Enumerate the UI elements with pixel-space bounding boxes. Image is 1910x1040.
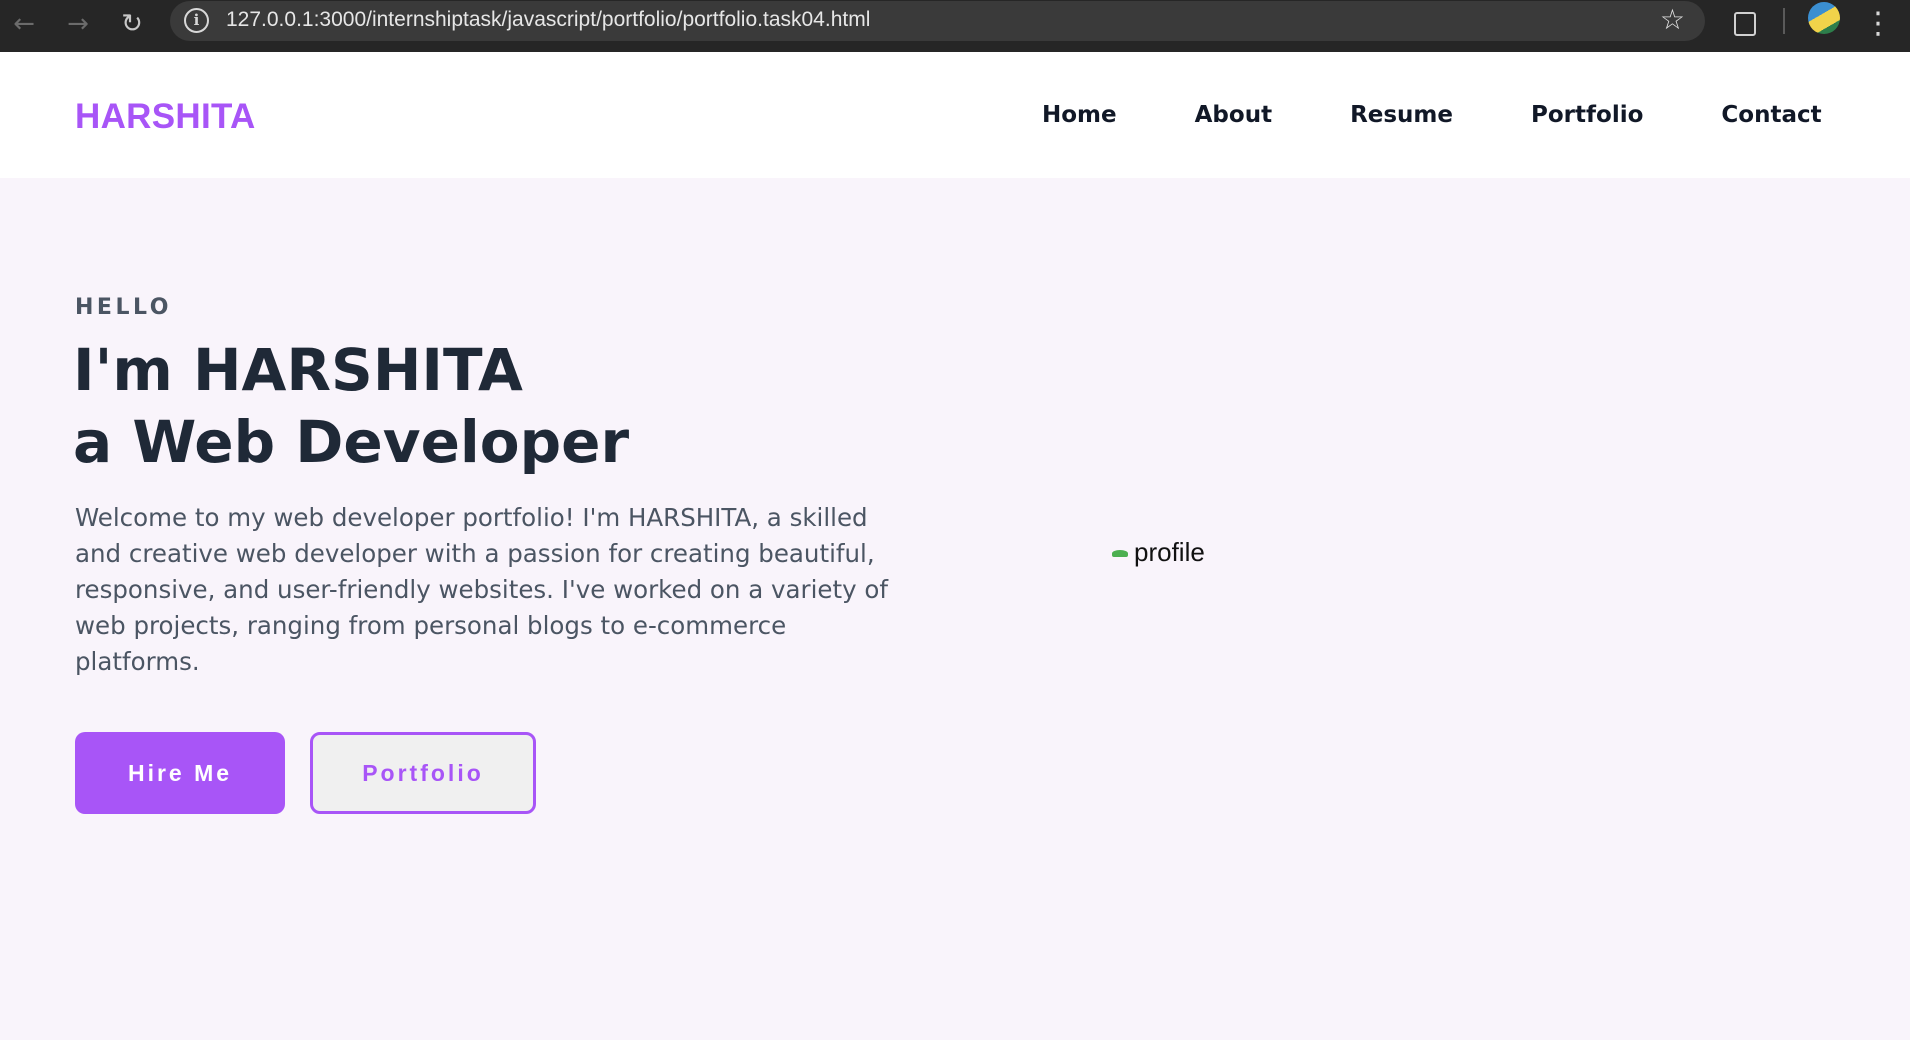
back-arrow-icon[interactable]: ← <box>6 6 42 42</box>
site-header: HARSHITA Home About Resume Portfolio Con… <box>0 52 1910 178</box>
extensions-icon[interactable] <box>1727 6 1763 42</box>
site-info-icon[interactable]: i <box>184 8 209 33</box>
address-bar[interactable]: i 127.0.0.1:3000/internshiptask/javascri… <box>170 1 1705 41</box>
browser-toolbar: ← → ↻ i 127.0.0.1:3000/internshiptask/ja… <box>0 0 1910 52</box>
main-nav: Home About Resume Portfolio Contact <box>1042 98 1822 132</box>
more-menu-icon[interactable]: ⋮ <box>1860 6 1896 42</box>
hire-me-button[interactable]: Hire Me <box>75 732 285 814</box>
nav-link-about[interactable]: About <box>1195 98 1272 132</box>
headline-article: a <box>73 408 113 476</box>
nav-link-contact[interactable]: Contact <box>1721 98 1821 132</box>
bookmark-star-icon[interactable]: ☆ <box>1660 3 1685 37</box>
toolbar-divider <box>1783 8 1785 34</box>
headline-name: HARSHITA <box>192 336 523 404</box>
address-url[interactable]: 127.0.0.1:3000/internshiptask/javascript… <box>226 5 870 35</box>
profile-image-alt: profile <box>1134 537 1205 567</box>
profile-image: profile <box>1112 536 1205 568</box>
forward-arrow-icon[interactable]: → <box>60 6 96 42</box>
reload-icon[interactable]: ↻ <box>114 6 150 42</box>
headline-prefix: I'm <box>73 336 193 404</box>
hero-section: HELLO I'm HARSHITA a Web Developer Welco… <box>0 178 1910 1040</box>
headline-role: Web Developer <box>112 408 630 476</box>
profile-avatar-icon[interactable] <box>1808 2 1840 34</box>
nav-link-home[interactable]: Home <box>1042 98 1117 132</box>
hero-intro: Welcome to my web developer portfolio! I… <box>75 503 888 676</box>
hero-eyebrow: HELLO <box>75 295 172 320</box>
portfolio-button[interactable]: Portfolio <box>310 732 536 814</box>
hero-headline: I'm HARSHITA a Web Developer <box>73 334 629 478</box>
nav-link-portfolio[interactable]: Portfolio <box>1531 98 1643 132</box>
nav-link-resume[interactable]: Resume <box>1350 98 1453 132</box>
broken-image-icon <box>1112 547 1130 557</box>
site-logo[interactable]: HARSHITA <box>75 95 256 139</box>
